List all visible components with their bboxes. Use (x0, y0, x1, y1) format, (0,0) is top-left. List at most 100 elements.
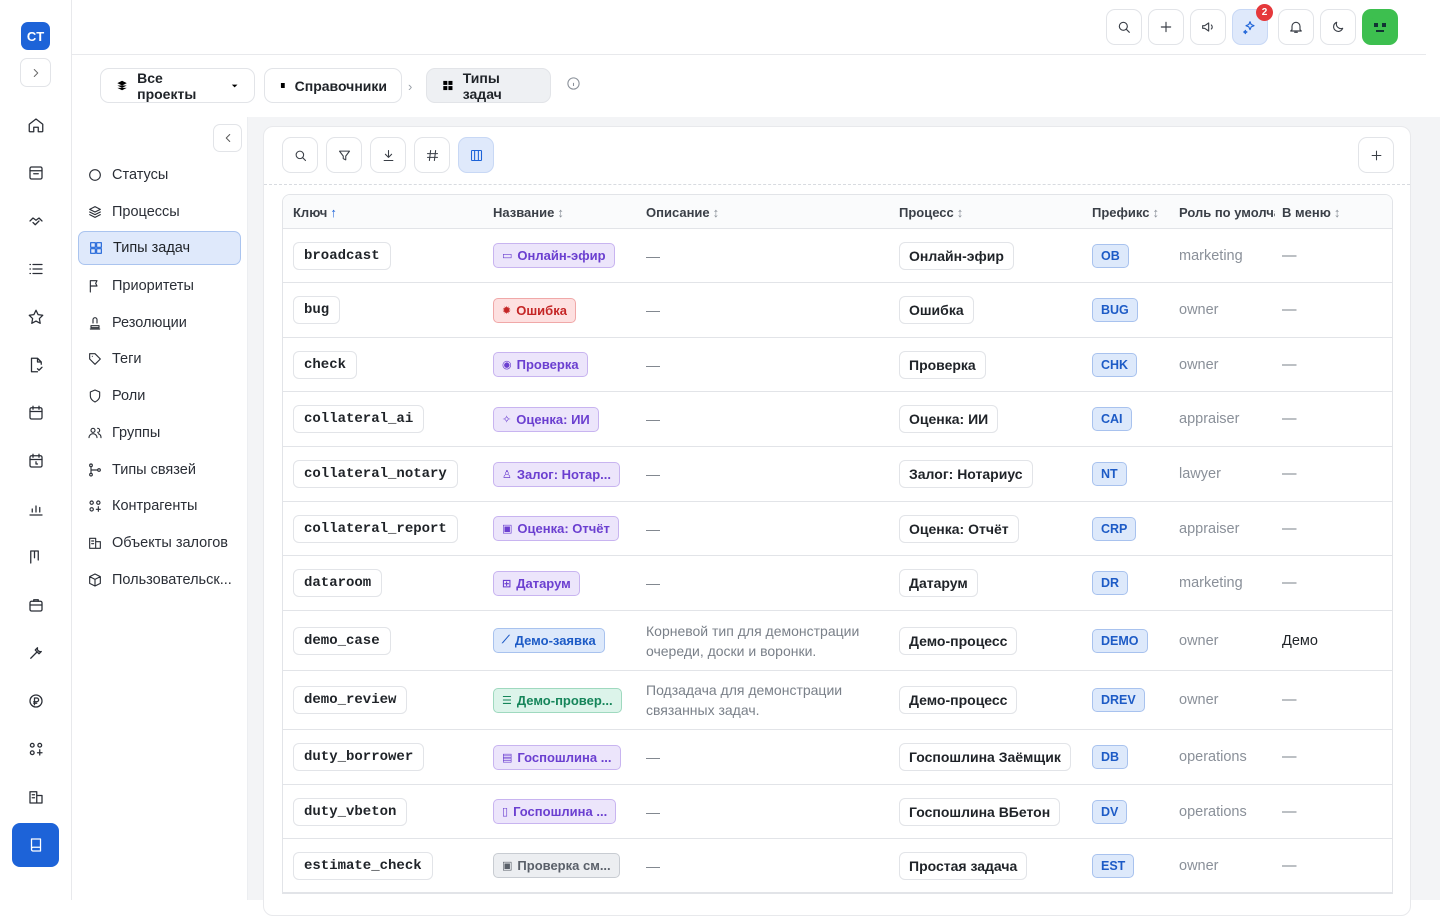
table-row[interactable]: estimate_check ▣ Проверка см... — Простая за… (283, 839, 1392, 893)
circle-icon (89, 169, 101, 181)
sidebar-item-groups[interactable]: Группы (78, 416, 241, 450)
collapse-sidebar-button[interactable] (213, 124, 242, 152)
column-header-key[interactable]: Ключ ↑ (293, 205, 337, 220)
sidebar-item-label: Контрагенты (112, 498, 198, 514)
add-task-type-button[interactable] (1358, 137, 1394, 173)
columns-button[interactable] (458, 137, 494, 173)
info-icon[interactable] (566, 76, 581, 94)
table-row[interactable]: broadcast ▭ Онлайн-эфир — Онлайн-эфир OB marke… (283, 229, 1392, 283)
theme-toggle-button[interactable] (1320, 9, 1356, 45)
top-bar: 2 (72, 0, 1426, 55)
building-icon[interactable] (20, 781, 52, 813)
column-header-default-role[interactable]: Роль по умолча (1179, 205, 1275, 220)
layers-icon (89, 206, 101, 218)
type-name-tag: ▣ Оценка: Отчёт (493, 516, 619, 541)
list-icon[interactable] (20, 253, 52, 285)
sidebar-item-label: Теги (112, 351, 142, 367)
columns-icon (470, 149, 482, 161)
search-button[interactable] (1106, 9, 1142, 45)
type-prefix: DB (1092, 745, 1129, 769)
breadcrumb-task-types[interactable]: Типы задач (426, 68, 551, 103)
type-prefix: DR (1092, 571, 1129, 595)
table-row[interactable]: duty_vbeton ▯ Госпошлина ... — Госпошлина ВБ… (283, 785, 1392, 839)
calendar-clock-icon[interactable] (20, 445, 52, 477)
briefcase-icon[interactable] (20, 589, 52, 621)
bug-icon: ✹ (502, 304, 512, 317)
announcements-button[interactable] (1190, 9, 1226, 45)
home-icon[interactable] (20, 109, 52, 141)
type-in-menu: — (1282, 857, 1297, 874)
sidebar-item-counterparties[interactable]: Контрагенты (78, 489, 241, 523)
type-default-role: operations (1179, 803, 1247, 820)
type-key: dataroom (293, 569, 383, 597)
table-row[interactable]: collateral_notary ♙ Залог: Нотар... — Залог:… (283, 447, 1392, 502)
column-header-process[interactable]: Процесс ↕ (899, 205, 963, 220)
sidebar-item-link-types[interactable]: Типы связей (78, 453, 241, 487)
flag-icon (89, 280, 98, 293)
sidebar-item-collateral-objects[interactable]: Объекты залогов (78, 526, 241, 560)
type-default-role: lawyer (1179, 466, 1221, 482)
type-name-label: Госпошлина ... (517, 749, 612, 765)
book-icon[interactable] (12, 823, 59, 867)
clipboard-icon: ▣ (502, 523, 513, 535)
sidebar-item-roles[interactable]: Роли (78, 379, 241, 413)
numbering-button[interactable] (414, 137, 450, 173)
sidebar-item-custom[interactable]: Пользовательск... (78, 563, 241, 597)
type-default-role: owner (1179, 857, 1219, 874)
counterparty-icon[interactable] (20, 733, 52, 765)
sidebar-item-statuses[interactable]: Статусы (78, 158, 241, 192)
table-row[interactable]: collateral_report ▣ Оценка: Отчёт — Оценка: … (283, 502, 1392, 556)
kanban-icon[interactable] (20, 541, 52, 573)
chevron-right-icon: › (408, 79, 413, 94)
header-label: Описание (646, 205, 710, 220)
download-icon (383, 149, 393, 161)
inbox-icon[interactable] (20, 157, 52, 189)
breadcrumb-directories[interactable]: Справочники (264, 68, 402, 103)
sort-asc-icon: ↑ (330, 205, 337, 220)
expand-rail-button[interactable] (20, 58, 51, 87)
bar-chart-icon[interactable] (20, 493, 52, 525)
table-row[interactable]: demo_review ☰ Демо-провер... Подзадача для … (283, 671, 1392, 730)
create-button[interactable] (1148, 9, 1184, 45)
column-header-description[interactable]: Описание ↕ (646, 205, 719, 220)
ruble-icon[interactable] (20, 685, 52, 717)
sidebar-item-priorities[interactable]: Приоритеты (78, 269, 241, 303)
sidebar-item-resolutions[interactable]: Резолюции (78, 306, 241, 340)
breadcrumb-label: Все проекты (137, 69, 197, 102)
type-name-label: Госпошлина ... (513, 804, 608, 819)
type-description: — (646, 857, 660, 874)
star-icon[interactable] (20, 301, 52, 333)
sidebar-item-processes[interactable]: Процессы (78, 195, 241, 229)
filter-button[interactable] (326, 137, 362, 173)
handshake-icon[interactable] (20, 205, 52, 237)
download-button[interactable] (370, 137, 406, 173)
document-check-icon[interactable] (20, 349, 52, 381)
header-label: В меню (1282, 205, 1331, 220)
table-row[interactable]: demo_case ⟋ Демо-заявка Корневой тип для де… (283, 611, 1392, 671)
table-row[interactable]: bug ✹ Ошибка — Ошибка BUG owner — (283, 283, 1392, 338)
table-row[interactable]: duty_borrower ▤ Госпошлина ... — Госпошлина … (283, 730, 1392, 785)
type-description: Подзадача для демонстрации связанных зад… (646, 682, 843, 718)
calendar-icon[interactable] (20, 397, 52, 429)
table-row[interactable]: collateral_ai ✧ Оценка: ИИ — Оценка: ИИ CAI ap… (283, 392, 1392, 447)
sidebar-item-task-types[interactable]: Типы задач (78, 231, 241, 265)
table-row[interactable]: check ◉ Проверка — Проверка CHK owner — (283, 338, 1392, 392)
book-icon (280, 82, 285, 89)
breadcrumb-all-projects[interactable]: Все проекты (100, 68, 255, 103)
type-key: estimate_check (293, 851, 433, 880)
sidebar-item-label: Типы связей (112, 462, 196, 478)
search-button[interactable] (282, 137, 318, 173)
column-header-prefix[interactable]: Префикс ↕ (1092, 205, 1159, 220)
wrench-icon[interactable] (20, 637, 52, 669)
table-row[interactable]: dataroom ⊞ Датарум — Датарум DR marketing — (283, 556, 1392, 611)
type-prefix: CRP (1092, 516, 1137, 541)
search-icon (1118, 21, 1130, 33)
notifications-button[interactable] (1278, 9, 1314, 45)
ai-assistant-button[interactable]: 2 (1232, 4, 1273, 45)
column-header-name[interactable]: Название ↕ (493, 205, 564, 220)
column-header-in-menu[interactable]: В меню ↕ (1282, 205, 1340, 220)
workspace-logo[interactable]: CT (21, 22, 50, 50)
avatar[interactable] (1362, 9, 1398, 45)
task-types-table: Ключ ↑ Название ↕ Описание ↕ Процесс ↕ Префи… (282, 194, 1393, 894)
sidebar-item-tags[interactable]: Теги (78, 342, 241, 376)
